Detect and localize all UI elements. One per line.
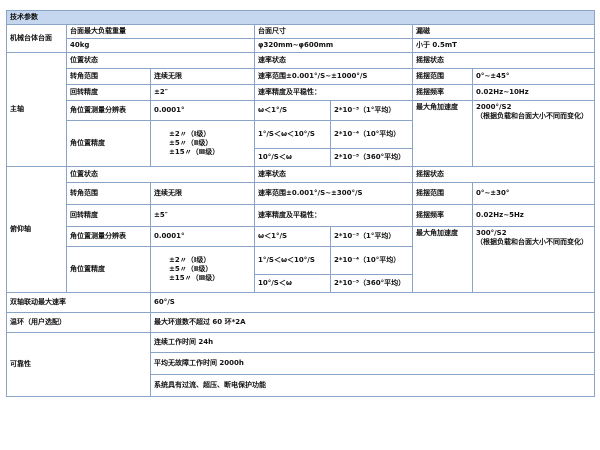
pitch-pos-resolution: 角位置测量分辨表	[66, 226, 151, 247]
main-pos-accuracy-value: ±2〃（Ⅰ级） ±5〃（Ⅱ级） ±15〃（Ⅲ级）	[150, 120, 255, 167]
dual-axis-label: 双轴联动最大速率	[6, 292, 151, 313]
pitch-swing-range: 摇摆范围	[412, 182, 473, 205]
pitch-swing-freq-value: 0.02Hz~5Hz	[472, 204, 595, 227]
main-return-accuracy-value: ±2″	[150, 84, 255, 101]
main-angle-range-value: 连续无限	[150, 68, 255, 85]
main-angle-range: 转角范围	[66, 68, 151, 85]
main-rate-stability: 速率精度及平稳性：	[254, 84, 413, 101]
pitch-swing-range-value: 0°~±30°	[472, 182, 595, 205]
pitch-pos-state: 位置状态	[66, 166, 255, 183]
pitch-max-accel-v1: 300°/S2	[476, 229, 507, 237]
main-axis-label: 主轴	[6, 52, 67, 167]
main-rate3-cond: 10°/S＜ω	[254, 148, 331, 167]
pitch-swing-state: 摇摆状态	[412, 166, 595, 183]
main-swing-range-value: 0°~±45°	[472, 68, 595, 85]
pitch-rate-stability: 速率精度及平稳性：	[254, 204, 413, 227]
main-return-accuracy: 回转精度	[66, 84, 151, 101]
pitch-rate1-value: 2*10⁻³（1°平均）	[330, 226, 413, 247]
pitch-max-accel-value: 300°/S2 （根据负载和台面大小不同而变化）	[472, 226, 595, 293]
size-value: φ320mm~φ600mm	[254, 38, 413, 53]
pitch-pos-accuracy-value: ±2〃（Ⅰ级） ±5〃（Ⅱ级） ±15〃（Ⅲ级）	[150, 246, 255, 293]
reliability-v3: 系统具有过流、超压、断电保护功能	[150, 374, 595, 397]
load-header: 台面最大负载重量	[66, 24, 255, 39]
pitch-rate3-value: 2*10⁻⁵（360°平均）	[330, 274, 413, 293]
main-rate-range: 速率范围±0.001°/S~±1000°/S	[254, 68, 413, 85]
main-swing-freq: 摇摆频率	[412, 84, 473, 101]
pitch-rate1-cond: ω＜1°/S	[254, 226, 331, 247]
pitch-axis-label: 俯仰轴	[6, 166, 67, 293]
main-pos-acc-l2: ±5〃（Ⅱ级）	[169, 139, 213, 148]
main-max-accel-v1: 2000°/S2	[476, 103, 512, 111]
main-rate3-value: 2*10⁻⁵（360°平均）	[330, 148, 413, 167]
main-pos-resolution: 角位置测量分辨表	[66, 100, 151, 121]
main-swing-range: 摇摆范围	[412, 68, 473, 85]
reliability-v1: 连续工作时间 24h	[150, 332, 595, 353]
pitch-swing-freq: 摇摆频率	[412, 204, 473, 227]
main-max-accel-v2: （根据负载和台面大小不同而变化）	[476, 111, 588, 120]
mech-label: 机械台体台面	[6, 24, 67, 53]
main-swing-freq-value: 0.02Hz~10Hz	[472, 84, 595, 101]
main-rate1-cond: ω＜1°/S	[254, 100, 331, 121]
size-header: 台面尺寸	[254, 24, 413, 39]
main-swing-state: 摇摆状态	[412, 52, 595, 69]
pitch-return-accuracy-value: ±5″	[150, 204, 255, 227]
pitch-angle-range-value: 连续无限	[150, 182, 255, 205]
main-pos-resolution-value: 0.0001°	[150, 100, 255, 121]
reliability-label: 可靠性	[6, 332, 151, 397]
pitch-pos-resolution-value: 0.0001°	[150, 226, 255, 247]
main-max-accel: 最大角加速度	[412, 100, 473, 167]
main-rate2-cond: 1°/S＜ω＜10°/S	[254, 120, 331, 149]
magnetic-leak-header: 漏磁	[412, 24, 595, 39]
pitch-rate2-cond: 1°/S＜ω＜10°/S	[254, 246, 331, 275]
tech-params-table: 技术参数 机械台体台面 台面最大负载重量 台面尺寸 漏磁 40kg φ320mm…	[6, 10, 595, 397]
main-max-accel-value: 2000°/S2 （根据负载和台面大小不同而变化）	[472, 100, 595, 167]
pitch-pos-acc-l1: ±2〃（Ⅰ级）	[169, 256, 211, 265]
pitch-rate2-value: 2*10⁻⁴（10°平均）	[330, 246, 413, 275]
dual-axis-value: 60°/S	[150, 292, 595, 313]
main-pos-acc-l3: ±15〃（Ⅲ级）	[169, 147, 220, 156]
main-rate2-value: 2*10⁻⁴（10°平均）	[330, 120, 413, 149]
main-pos-state: 位置状态	[66, 52, 255, 69]
reliability-v2: 平均无故障工作时间 2000h	[150, 352, 595, 375]
pitch-angle-range: 转角范围	[66, 182, 151, 205]
temp-ring-value: 最大环道数不超过 60 环*2A	[150, 312, 595, 333]
main-rate-state: 速率状态	[254, 52, 413, 69]
temp-ring-label: 温环（用户选配）	[6, 312, 151, 333]
pitch-return-accuracy: 回转精度	[66, 204, 151, 227]
pitch-rate-range: 速率范围±0.001°/S~±300°/S	[254, 182, 413, 205]
table-title: 技术参数	[6, 10, 595, 25]
pitch-pos-acc-l3: ±15〃（Ⅲ级）	[169, 273, 220, 282]
load-value: 40kg	[66, 38, 255, 53]
pitch-rate-state: 速率状态	[254, 166, 413, 183]
pitch-max-accel-v2: （根据负载和台面大小不同而变化）	[476, 237, 588, 246]
pitch-pos-acc-l2: ±5〃（Ⅱ级）	[169, 265, 213, 274]
pitch-rate3-cond: 10°/S＜ω	[254, 274, 331, 293]
main-rate1-value: 2*10⁻³（1°平均）	[330, 100, 413, 121]
main-pos-accuracy: 角位置精度	[66, 120, 151, 167]
magnetic-leak-value: 小于 0.5mT	[412, 38, 595, 53]
pitch-max-accel: 最大角加速度	[412, 226, 473, 293]
pitch-pos-accuracy: 角位置精度	[66, 246, 151, 293]
main-pos-acc-l1: ±2〃（Ⅰ级）	[169, 130, 211, 139]
